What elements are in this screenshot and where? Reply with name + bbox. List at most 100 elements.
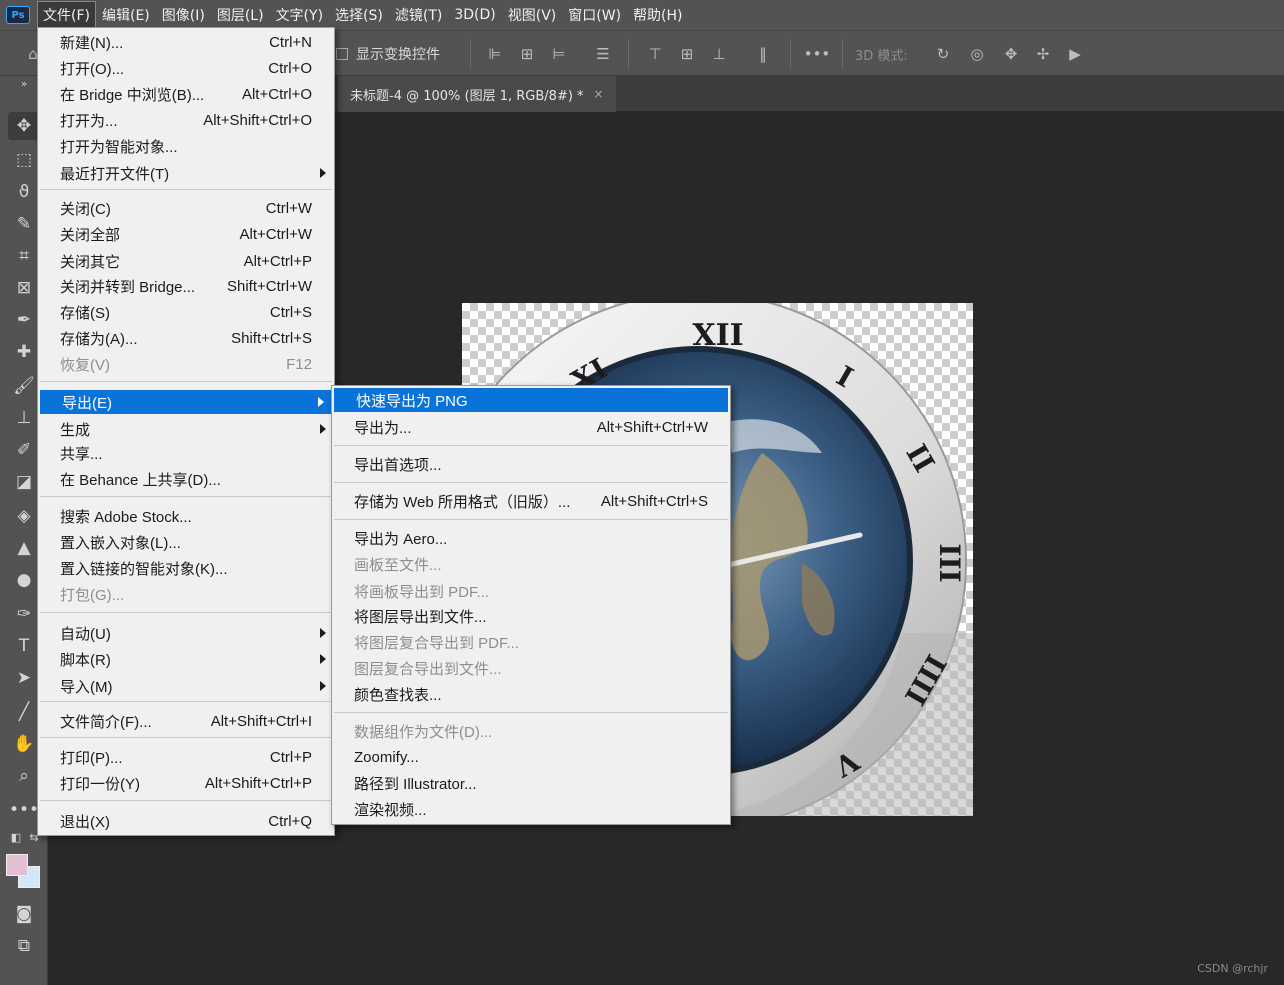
- menu-item-export-aero[interactable]: 导出为 Aero...: [332, 526, 730, 550]
- menu-item-place-linked[interactable]: 置入链接的智能对象(K)...: [38, 556, 334, 580]
- menu-item-export-as[interactable]: 导出为... Alt+Shift+Ctrl+W: [332, 415, 730, 439]
- menu-item-new[interactable]: 新建(N)... Ctrl+N: [38, 30, 334, 54]
- menu-item-close-all[interactable]: 关闭全部 Alt+Ctrl+W: [38, 222, 334, 246]
- collapse-panel-icon[interactable]: »: [8, 78, 40, 90]
- menu-item-import[interactable]: 导入(M): [38, 674, 334, 698]
- default-colors-icon[interactable]: ◧: [8, 828, 24, 846]
- lasso-tool-icon[interactable]: ϑ: [8, 178, 40, 206]
- menu-filter[interactable]: 滤镜(T): [390, 2, 447, 28]
- document-tab[interactable]: 未标题-4 @ 100% (图层 1, RGB/8#) * ×: [338, 76, 616, 112]
- brush-tool-icon[interactable]: 🖌: [8, 372, 40, 400]
- menu-item-quick-export-png[interactable]: 快速导出为 PNG: [334, 388, 728, 412]
- numeral-xii: XII: [692, 318, 743, 353]
- menu-file[interactable]: 文件(F): [37, 1, 96, 29]
- screen-mode-icon[interactable]: ⧉: [8, 932, 40, 960]
- roll-3d-icon[interactable]: ◎: [966, 43, 988, 65]
- line-tool-icon[interactable]: ╱: [8, 698, 40, 726]
- drag-3d-icon[interactable]: ✥: [1000, 43, 1022, 65]
- hand-tool-icon[interactable]: ✋: [8, 730, 40, 758]
- menu-item-layers-to-files[interactable]: 将图层导出到文件...: [332, 604, 730, 628]
- path-selection-tool-icon[interactable]: ➤: [8, 664, 40, 692]
- menu-item-save-for-web[interactable]: 存储为 Web 所用格式（旧版）... Alt+Shift+Ctrl+S: [332, 489, 730, 513]
- clone-stamp-tool-icon[interactable]: ⊥: [8, 404, 40, 432]
- divider: [842, 39, 843, 69]
- menu-item-file-info[interactable]: 文件简介(F)... Alt+Shift+Ctrl+I: [38, 709, 334, 733]
- menu-item-save[interactable]: 存储(S) Ctrl+S: [38, 300, 334, 324]
- menu-item-share-behance[interactable]: 在 Behance 上共享(D)...: [38, 467, 334, 491]
- submenu-arrow-icon: [320, 654, 326, 664]
- menu-item-layer-comps-to-files: 图层复合导出到文件...: [354, 660, 502, 678]
- eraser-tool-icon[interactable]: ◪: [8, 468, 40, 496]
- menu-image[interactable]: 图像(I): [157, 2, 210, 28]
- menu-item-print-one-copy[interactable]: 打印一份(Y) Alt+Shift+Ctrl+P: [38, 771, 334, 795]
- menu-item-close-go-bridge[interactable]: 关闭并转到 Bridge... Shift+Ctrl+W: [38, 274, 334, 298]
- menu-view[interactable]: 视图(V): [503, 2, 562, 28]
- quick-mask-icon[interactable]: ◙: [8, 900, 40, 928]
- align-right-icon[interactable]: ⊨: [548, 43, 570, 65]
- align-top-icon[interactable]: ⊤: [644, 43, 666, 65]
- orbit-3d-icon[interactable]: ↻: [932, 43, 954, 65]
- menu-item-open[interactable]: 打开(O)... Ctrl+O: [38, 56, 334, 80]
- divider: [790, 39, 791, 69]
- pen-tool-icon[interactable]: ✑: [8, 600, 40, 628]
- show-transform-controls[interactable]: 显示变换控件: [336, 44, 440, 64]
- menu-item-print[interactable]: 打印(P)... Ctrl+P: [38, 745, 334, 769]
- menu-item-place-embedded[interactable]: 置入嵌入对象(L)...: [38, 530, 334, 554]
- menu-item-share[interactable]: 共享...: [38, 441, 334, 465]
- menu-item-zoomify[interactable]: Zoomify...: [332, 745, 730, 769]
- menu-item-scripts[interactable]: 脚本(R): [38, 647, 334, 671]
- align-bottom-icon[interactable]: ⊥: [708, 43, 730, 65]
- menu-item-export[interactable]: 导出(E): [40, 390, 332, 414]
- distribute-vertical-icon[interactable]: ☰: [592, 43, 614, 65]
- menu-help[interactable]: 帮助(H): [628, 2, 687, 28]
- eyedropper-tool-icon[interactable]: ✒: [8, 306, 40, 334]
- menu-item-close[interactable]: 关闭(C) Ctrl+W: [38, 196, 334, 220]
- menu-layer[interactable]: 图层(L): [212, 2, 269, 28]
- menu-item-browse-bridge[interactable]: 在 Bridge 中浏览(B)... Alt+Ctrl+O: [38, 82, 334, 106]
- show-transform-checkbox[interactable]: [336, 48, 348, 60]
- marquee-tool-icon[interactable]: ⬚: [8, 146, 40, 174]
- move-tool-icon[interactable]: ✥: [8, 112, 40, 140]
- menu-item-render-video[interactable]: 渲染视频...: [332, 797, 730, 821]
- type-tool-icon[interactable]: T: [8, 632, 40, 660]
- menu-3d[interactable]: 3D(D): [449, 4, 500, 26]
- history-brush-tool-icon[interactable]: ✐: [8, 436, 40, 464]
- more-options-icon[interactable]: •••: [804, 43, 831, 65]
- healing-brush-tool-icon[interactable]: ✚: [8, 338, 40, 366]
- slide-3d-icon[interactable]: ✢: [1032, 43, 1054, 65]
- menu-item-exit[interactable]: 退出(X) Ctrl+Q: [38, 809, 334, 833]
- align-vertical-center-icon[interactable]: ⊞: [676, 43, 698, 65]
- menu-item-artboards-to-files: 画板至文件...: [354, 556, 442, 574]
- frame-tool-icon[interactable]: ⊠: [8, 274, 40, 302]
- menu-item-open-smart-object[interactable]: 打开为智能对象...: [38, 134, 334, 158]
- menu-window[interactable]: 窗口(W): [563, 2, 626, 28]
- menu-item-generate[interactable]: 生成: [38, 417, 334, 441]
- menu-item-open-as[interactable]: 打开为... Alt+Shift+Ctrl+O: [38, 108, 334, 132]
- foreground-color-swatch[interactable]: [6, 854, 28, 876]
- menu-item-close-others[interactable]: 关闭其它 Alt+Ctrl+P: [38, 249, 334, 273]
- distribute-horizontal-icon[interactable]: ‖: [752, 43, 774, 65]
- menu-item-export-preferences[interactable]: 导出首选项...: [332, 452, 730, 476]
- zoom-tool-icon[interactable]: ⌕: [8, 762, 40, 790]
- menu-type[interactable]: 文字(Y): [271, 2, 328, 28]
- menu-select[interactable]: 选择(S): [330, 2, 388, 28]
- menu-item-layer-comps-to-pdf: 将图层复合导出到 PDF...: [354, 634, 520, 652]
- blur-tool-icon[interactable]: ▲: [8, 534, 40, 562]
- menu-item-search-adobe-stock[interactable]: 搜索 Adobe Stock...: [38, 504, 334, 528]
- menu-separator: [40, 800, 332, 801]
- quick-select-tool-icon[interactable]: ✎: [8, 210, 40, 238]
- paint-bucket-tool-icon[interactable]: ◈: [8, 502, 40, 530]
- crop-tool-icon[interactable]: ⌗: [8, 242, 40, 270]
- align-left-icon[interactable]: ⊫: [484, 43, 506, 65]
- edit-toolbar-icon[interactable]: •••: [8, 796, 40, 824]
- menu-item-automate[interactable]: 自动(U): [38, 621, 334, 645]
- menu-item-color-lookup-tables[interactable]: 颜色查找表...: [332, 682, 730, 706]
- menu-item-save-as[interactable]: 存储为(A)... Shift+Ctrl+S: [38, 326, 334, 350]
- camera-3d-icon[interactable]: ▶: [1064, 43, 1086, 65]
- dodge-tool-icon[interactable]: ●: [8, 566, 40, 594]
- menu-edit[interactable]: 编辑(E): [97, 2, 155, 28]
- close-icon[interactable]: ×: [594, 87, 604, 101]
- menu-item-paths-to-illustrator[interactable]: 路径到 Illustrator...: [332, 771, 730, 795]
- align-horizontal-center-icon[interactable]: ⊞: [516, 43, 538, 65]
- menu-item-recent-files[interactable]: 最近打开文件(T): [38, 161, 334, 185]
